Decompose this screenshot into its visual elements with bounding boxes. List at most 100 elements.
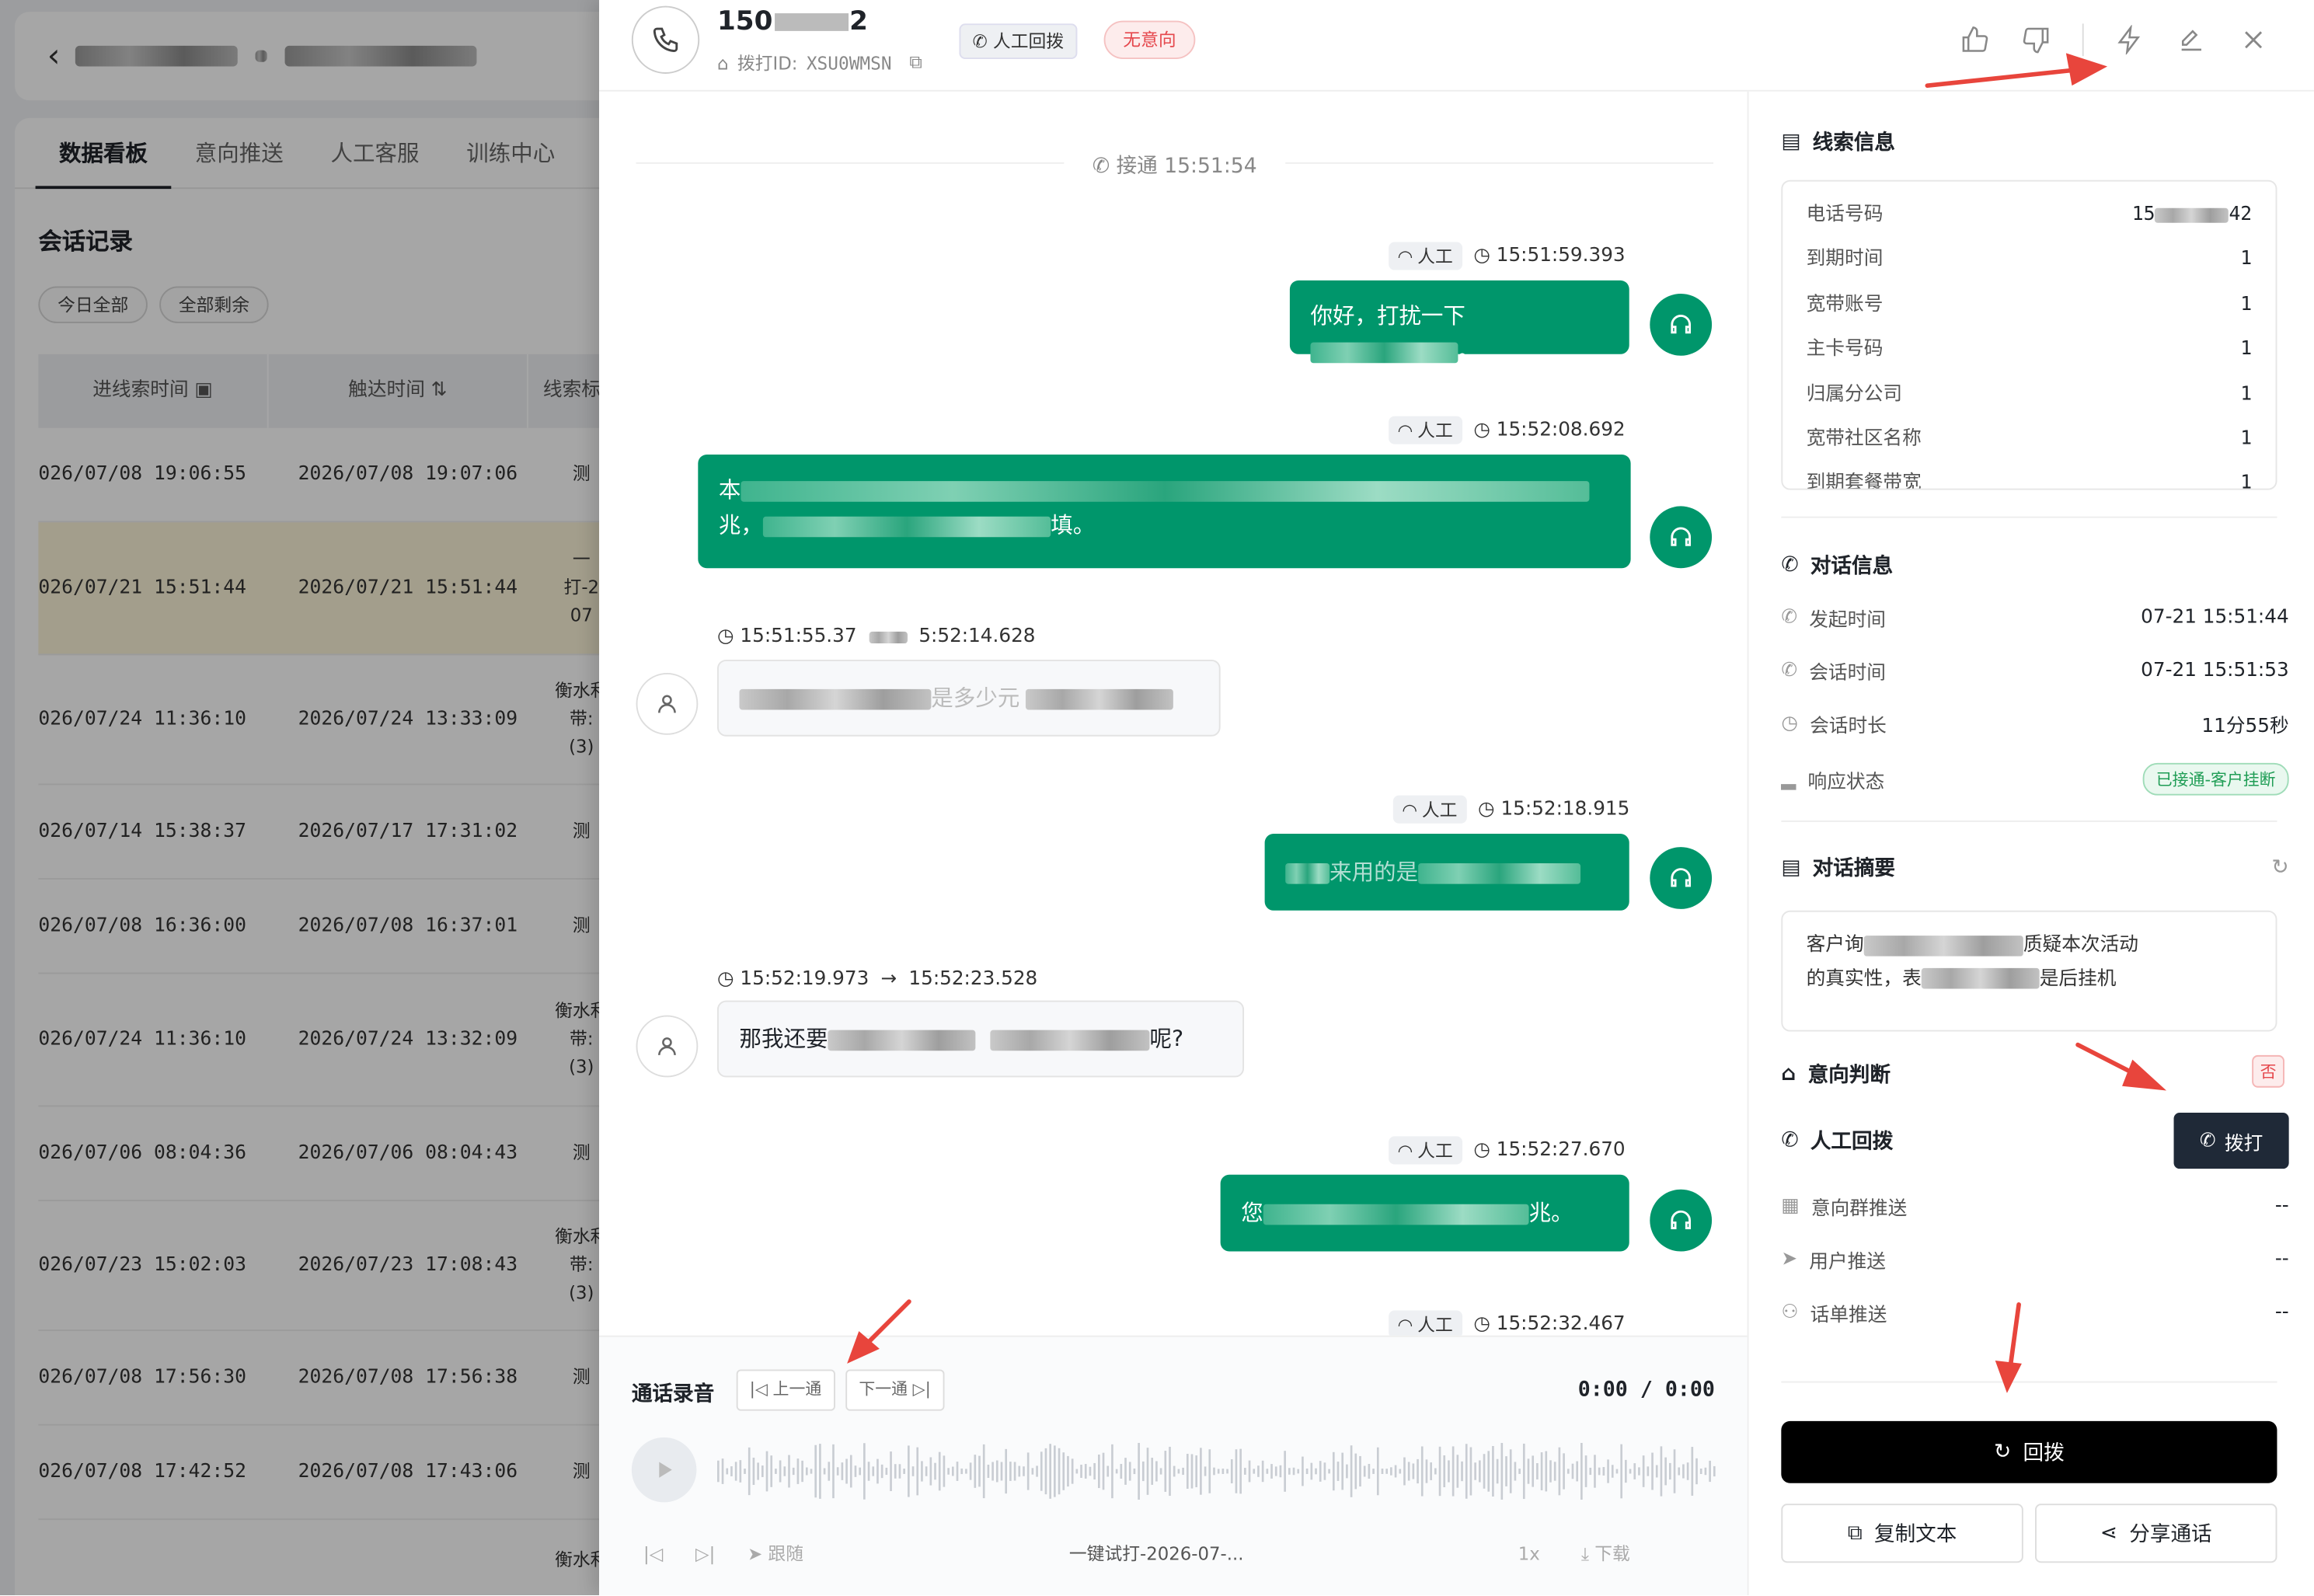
waveform-bar [947, 1468, 950, 1475]
info-panel: ▤ 线索信息 电话号码 15 42 到期时间 1 宽带账号 1 主卡号码 1 归属分公司 1 宽带社区名… [1747, 91, 2314, 1596]
waveform-bar [872, 1466, 875, 1476]
waveform-bar [739, 1460, 742, 1483]
tag-manual-callback: ✆ 人工回拨 [959, 23, 1078, 59]
waveform-bar [849, 1455, 852, 1488]
message-meta: ◷ 15:52:19.973 → 15:52:23.528 [717, 967, 1038, 991]
redial-button[interactable]: ↻ 回拨 [1781, 1420, 2277, 1483]
waveform-bar [757, 1462, 759, 1480]
waveform-bar [1709, 1460, 1711, 1483]
waveform-bar [836, 1467, 839, 1476]
follow-toggle[interactable]: ➤ 跟随 [748, 1541, 803, 1566]
callback-title: ✆ 人工回拨 [1781, 1128, 1894, 1155]
dialog-info-row: ✆ 会话时间 07-21 15:51:53 [1781, 657, 2288, 685]
skip-end-icon[interactable]: ▷| [695, 1543, 715, 1564]
push-value: -- [2274, 1302, 2289, 1324]
waveform-bar [1315, 1468, 1317, 1475]
waveform-bar [854, 1465, 857, 1477]
waveform-bar [960, 1468, 964, 1475]
waveform-bar [898, 1464, 901, 1479]
waveform-bar [1261, 1460, 1264, 1483]
waveform-bar [752, 1457, 755, 1486]
waveform-bar [978, 1455, 981, 1487]
waveform-bar [1625, 1459, 1627, 1483]
waveform-bar [1274, 1466, 1277, 1476]
modal-overlay[interactable] [0, 0, 600, 1596]
waveform-bar [1668, 1462, 1671, 1480]
close-icon[interactable] [2237, 23, 2270, 56]
lead-info-row: 归属分公司 1 [1807, 373, 2253, 418]
waveform-bar [1425, 1459, 1428, 1483]
waveform-bar [779, 1460, 782, 1483]
prev-call-button[interactable]: |◁ 上一通 [736, 1369, 835, 1411]
skip-start-icon[interactable]: |◁ [643, 1543, 663, 1564]
waveform-bar [1615, 1469, 1619, 1474]
skip-back-icon: |◁ [749, 1379, 768, 1399]
waveform-bar [1292, 1467, 1295, 1476]
waveform-bar [1230, 1459, 1233, 1483]
waveform-bar [1558, 1447, 1561, 1496]
phone-icon [653, 27, 678, 52]
user-icon [658, 1037, 676, 1056]
waveform-bar [1341, 1452, 1344, 1490]
push-value: -- [2274, 1248, 2289, 1271]
agent-avatar [1650, 506, 1713, 569]
dialog-info-key: 会话时长 [1810, 716, 1887, 738]
waveform-bar [1080, 1465, 1082, 1478]
waveform-bar [1443, 1455, 1446, 1488]
waveform-bar [1368, 1464, 1371, 1479]
thumbs-down-icon[interactable] [2020, 23, 2053, 56]
play-button[interactable] [631, 1437, 697, 1503]
flash-icon[interactable] [2114, 23, 2146, 56]
waveform-bar [1164, 1451, 1167, 1492]
intent-badge: 否 [2252, 1054, 2284, 1088]
waveform-bar [1540, 1452, 1543, 1490]
waveform-bar [828, 1462, 831, 1481]
waveform-bar [1686, 1462, 1689, 1480]
waveform-bar [1089, 1466, 1092, 1476]
waveform-bar [1594, 1455, 1596, 1488]
waveform-bar [1434, 1468, 1437, 1475]
waveform-bar [1496, 1458, 1499, 1484]
dialog-info-value: 已接通-客户挂断 [2142, 762, 2289, 796]
waveform-bar [1465, 1444, 1468, 1499]
thumbs-up-icon[interactable] [1958, 23, 1991, 56]
download-button[interactable]: ⤓ 下载 [1581, 1541, 1630, 1566]
waveform-bar [717, 1460, 720, 1483]
phone-icon: ✆ [1781, 553, 1799, 577]
push-key: 意向群推送 [1810, 1198, 1908, 1221]
dial-id: ⌂ 拨打ID: XSU0WMSN ⧉ [717, 51, 922, 74]
conversation-area[interactable]: ✆ 接通 15:51:54 ◠ 人工 ◷ 15:51:59.393 你好，打扰一下。… [599, 92, 1748, 1336]
dialog-info-title: ✆ 对话信息 [1781, 553, 1894, 579]
waveform-bar [721, 1458, 724, 1484]
next-call-button[interactable]: 下一通 ▷| [845, 1369, 944, 1411]
waveform-bar [1297, 1469, 1300, 1474]
copy-text-button[interactable]: ⧉ 复制文本 [1781, 1504, 2023, 1563]
waveform-bar [1310, 1462, 1313, 1480]
annotate-icon[interactable] [2175, 23, 2208, 56]
waveform-bar [911, 1466, 915, 1476]
refresh-icon[interactable]: ↻ [2271, 856, 2288, 880]
waveform-bar [956, 1462, 959, 1481]
waveform-bar [1284, 1451, 1286, 1492]
waveform-bar [1332, 1451, 1335, 1491]
waveform[interactable] [717, 1441, 1718, 1503]
waveform-bar [1566, 1469, 1570, 1474]
dial-button[interactable]: ✆ 拨打 [2173, 1112, 2289, 1169]
waveform-bar [1571, 1463, 1574, 1479]
waveform-bar [788, 1455, 790, 1488]
waveform-bar [1235, 1449, 1238, 1493]
copy-icon[interactable]: ⧉ [909, 51, 922, 73]
waveform-bar [730, 1466, 733, 1476]
agent-message: 本 兆， 填。 [698, 454, 1631, 569]
speed-button[interactable]: 1x [1518, 1543, 1540, 1564]
waveform-bar [1363, 1465, 1366, 1477]
waveform-bar [1655, 1465, 1658, 1478]
lead-info-box[interactable]: 电话号码 15 42 到期时间 1 宽带账号 1 主卡号码 1 归属分公司 1 宽带社区名称 1 到期套餐… [1781, 179, 2277, 490]
waveform-bar [943, 1455, 946, 1487]
lead-info-value: 1 [2240, 338, 2253, 361]
waveform-bar [1182, 1467, 1184, 1476]
waveform-bar [1553, 1462, 1556, 1481]
share-call-button[interactable]: ⋖ 分享通话 [2034, 1504, 2277, 1563]
share-icon: ⋖ [2100, 1521, 2118, 1545]
tag-icon: ⌂ [717, 52, 729, 74]
